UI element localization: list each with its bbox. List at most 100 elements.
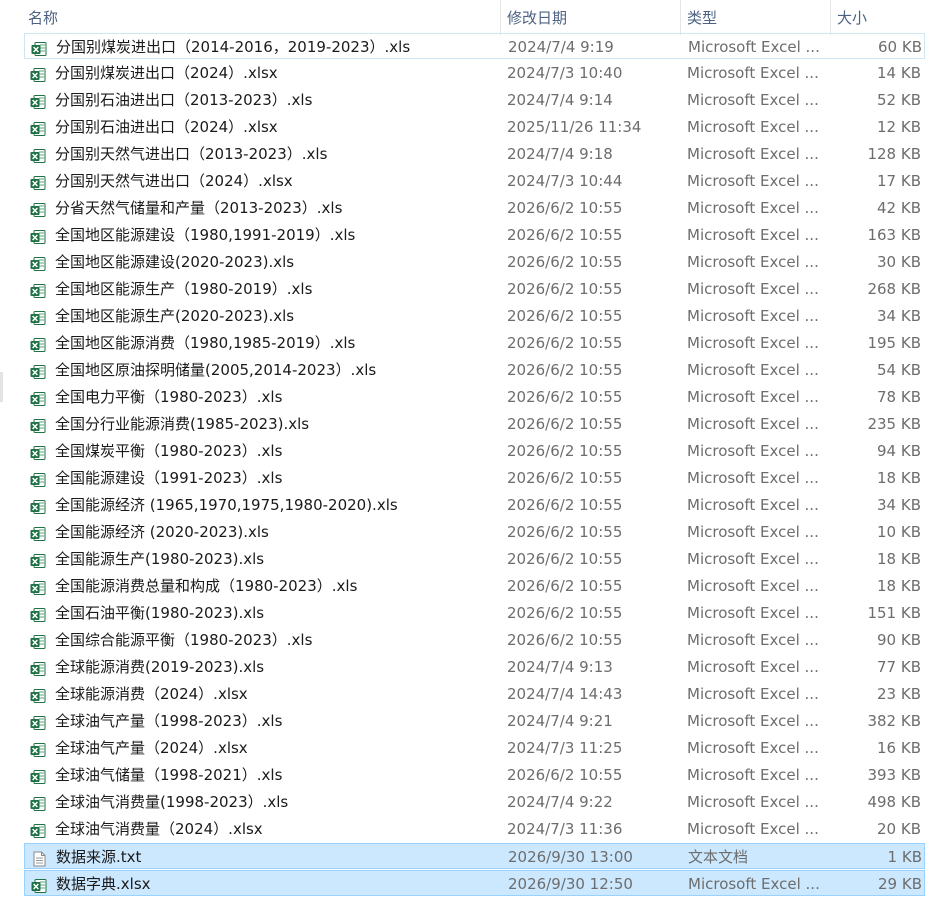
file-size: 18 KB — [877, 550, 921, 568]
file-name: 分国别石油进出口（2024）.xlsx — [55, 118, 278, 136]
file-row[interactable]: 全国地区原油探明储量(2005,2014-2023）.xls 2026/6/2 1… — [24, 357, 925, 383]
file-date-modified: 2026/6/2 10:55 — [507, 577, 623, 595]
file-row[interactable]: 全球油气消费量（2024）.xlsx 2024/7/3 11:36 Microsof… — [24, 816, 925, 842]
file-row[interactable]: 全国煤炭平衡（1980-2023）.xls 2026/6/2 10:55 Micro… — [24, 438, 925, 464]
file-type: Microsoft Excel ... — [687, 442, 819, 460]
file-name: 全国综合能源平衡（1980-2023）.xls — [55, 631, 313, 649]
file-date-modified: 2026/6/2 10:55 — [507, 469, 623, 487]
excel-icon — [30, 686, 46, 703]
file-row[interactable]: 全国地区能源生产(2020-2023).xls 2026/6/2 10:55 Mic… — [24, 303, 925, 329]
pane-resize-handle[interactable] — [0, 372, 3, 402]
file-size: 94 KB — [877, 442, 921, 460]
file-date-modified: 2026/9/30 13:00 — [508, 848, 633, 866]
file-row[interactable]: 全球能源消费(2019-2023).xls 2024/7/4 9:13 Micros… — [24, 654, 925, 680]
file-name: 分国别天然气进出口（2013-2023）.xls — [55, 145, 328, 163]
file-size: 163 KB — [867, 226, 921, 244]
file-date-modified: 2024/7/4 9:18 — [507, 145, 613, 163]
file-name: 全球油气产量（1998-2023）.xls — [55, 712, 283, 730]
file-row[interactable]: 数据来源.txt 2026/9/30 13:00 文本文档 1 KB — [24, 843, 925, 869]
file-row[interactable]: 全国地区能源建设（1980,1991-2019）.xls 2026/6/2 10:… — [24, 222, 925, 248]
file-type: Microsoft Excel ... — [687, 577, 819, 595]
file-name: 全国煤炭平衡（1980-2023）.xls — [55, 442, 283, 460]
file-row[interactable]: 全国综合能源平衡（1980-2023）.xls 2026/6/2 10:55 Mic… — [24, 627, 925, 653]
file-name: 全国电力平衡（1980-2023）.xls — [55, 388, 283, 406]
file-row[interactable]: 全国能源生产(1980-2023).xls 2026/6/2 10:55 Micro… — [24, 546, 925, 572]
file-size: 18 KB — [877, 577, 921, 595]
file-name: 全国能源建设（1991-2023）.xls — [55, 469, 283, 487]
file-row[interactable]: 全球油气产量（2024）.xlsx 2024/7/3 11:25 Microsoft… — [24, 735, 925, 761]
file-row[interactable]: 数据字典.xlsx 2026/9/30 12:50 Microsoft Excel … — [24, 870, 925, 896]
file-row[interactable]: 分国别煤炭进出口（2014-2016，2019-2023）.xls 2024/7/… — [24, 33, 925, 59]
file-type: Microsoft Excel ... — [687, 766, 819, 784]
file-size: 1 KB — [887, 848, 922, 866]
file-row[interactable]: 分国别煤炭进出口（2024）.xlsx 2024/7/3 10:40 Microso… — [24, 60, 925, 86]
file-row[interactable]: 分国别天然气进出口（2024）.xlsx 2024/7/3 10:44 Micros… — [24, 168, 925, 194]
file-name: 全国地区原油探明储量(2005,2014-2023）.xls — [55, 361, 377, 379]
file-date-modified: 2024/7/4 9:13 — [507, 658, 613, 676]
column-header-type[interactable]: 类型 — [680, 0, 830, 35]
file-size: 128 KB — [867, 145, 921, 163]
file-row[interactable]: 分省天然气储量和产量（2013-2023）.xls 2026/6/2 10:55 M… — [24, 195, 925, 221]
file-date-modified: 2026/6/2 10:55 — [507, 766, 623, 784]
excel-icon — [30, 551, 46, 568]
file-row[interactable]: 全国能源消费总量和构成（1980-2023）.xls 2026/6/2 10:55… — [24, 573, 925, 599]
excel-icon — [30, 389, 46, 406]
excel-icon — [31, 876, 47, 893]
column-header-date-modified[interactable]: 修改日期 — [500, 0, 680, 35]
file-row[interactable]: 全国能源建设（1991-2023）.xls 2026/6/2 10:55 Micro… — [24, 465, 925, 491]
excel-icon — [30, 65, 46, 82]
column-header-size[interactable]: 大小 — [830, 0, 925, 35]
file-row[interactable]: 全国地区能源消费（1980,1985-2019）.xls 2026/6/2 10:… — [24, 330, 925, 356]
excel-icon — [30, 92, 46, 109]
file-row[interactable]: 分国别天然气进出口（2013-2023）.xls 2024/7/4 9:18 Mic… — [24, 141, 925, 167]
file-type: Microsoft Excel ... — [687, 658, 819, 676]
file-row[interactable]: 全国能源经济 (1965,1970,1975,1980-2020).xls 202… — [24, 492, 925, 518]
file-size: 90 KB — [877, 631, 921, 649]
file-type: Microsoft Excel ... — [687, 91, 819, 109]
file-type: Microsoft Excel ... — [687, 469, 819, 487]
file-date-modified: 2025/11/26 11:34 — [507, 118, 642, 136]
file-type: Microsoft Excel ... — [687, 253, 819, 271]
file-row[interactable]: 分国别石油进出口（2024）.xlsx 2025/11/26 11:34 Micro… — [24, 114, 925, 140]
excel-icon — [30, 659, 46, 676]
file-name: 全球油气产量（2024）.xlsx — [55, 739, 248, 757]
file-date-modified: 2026/6/2 10:55 — [507, 496, 623, 514]
file-type: Microsoft Excel ... — [687, 118, 819, 136]
excel-icon — [30, 821, 46, 838]
file-date-modified: 2024/7/4 9:21 — [507, 712, 613, 730]
excel-icon — [30, 416, 46, 433]
file-size: 151 KB — [867, 604, 921, 622]
file-size: 78 KB — [877, 388, 921, 406]
file-name: 全球能源消费（2024）.xlsx — [55, 685, 248, 703]
file-row[interactable]: 全球油气消费量(1998-2023）.xls 2024/7/4 9:22 Micro… — [24, 789, 925, 815]
file-row[interactable]: 分国别石油进出口（2013-2023）.xls 2024/7/4 9:14 Micr… — [24, 87, 925, 113]
file-date-modified: 2026/9/30 12:50 — [508, 875, 633, 893]
file-date-modified: 2024/7/3 10:40 — [507, 64, 623, 82]
file-row[interactable]: 全国分行业能源消费(1985-2023).xls 2026/6/2 10:55 Mi… — [24, 411, 925, 437]
file-type: Microsoft Excel ... — [687, 226, 819, 244]
file-row[interactable]: 全球油气产量（1998-2023）.xls 2024/7/4 9:21 Micros… — [24, 708, 925, 734]
excel-icon — [30, 443, 46, 460]
file-type: Microsoft Excel ... — [687, 604, 819, 622]
file-date-modified: 2026/6/2 10:55 — [507, 442, 623, 460]
excel-icon — [30, 524, 46, 541]
file-row[interactable]: 全国能源经济 (2020-2023).xls 2026/6/2 10:55 Micr… — [24, 519, 925, 545]
excel-icon — [30, 119, 46, 136]
file-row[interactable]: 全国石油平衡(1980-2023).xls 2026/6/2 10:55 Micro… — [24, 600, 925, 626]
file-date-modified: 2026/6/2 10:55 — [507, 388, 623, 406]
file-name: 全国石油平衡(1980-2023).xls — [55, 604, 265, 622]
file-type: Microsoft Excel ... — [688, 38, 820, 56]
file-row[interactable]: 全国地区能源建设(2020-2023).xls 2026/6/2 10:55 Mic… — [24, 249, 925, 275]
file-row[interactable]: 全国地区能源生产（1980-2019）.xls 2026/6/2 10:55 Mic… — [24, 276, 925, 302]
file-date-modified: 2026/6/2 10:55 — [507, 550, 623, 568]
file-size: 12 KB — [877, 118, 921, 136]
file-date-modified: 2024/7/4 14:43 — [507, 685, 623, 703]
file-size: 382 KB — [867, 712, 921, 730]
file-row[interactable]: 全球能源消费（2024）.xlsx 2024/7/4 14:43 Microsoft… — [24, 681, 925, 707]
file-date-modified: 2026/6/2 10:55 — [507, 253, 623, 271]
file-row[interactable]: 全球油气储量（1998-2021）.xls 2026/6/2 10:55 Micro… — [24, 762, 925, 788]
file-date-modified: 2026/6/2 10:55 — [507, 604, 623, 622]
excel-icon — [30, 227, 46, 244]
file-row[interactable]: 全国电力平衡（1980-2023）.xls 2026/6/2 10:55 Micro… — [24, 384, 925, 410]
excel-icon — [30, 335, 46, 352]
